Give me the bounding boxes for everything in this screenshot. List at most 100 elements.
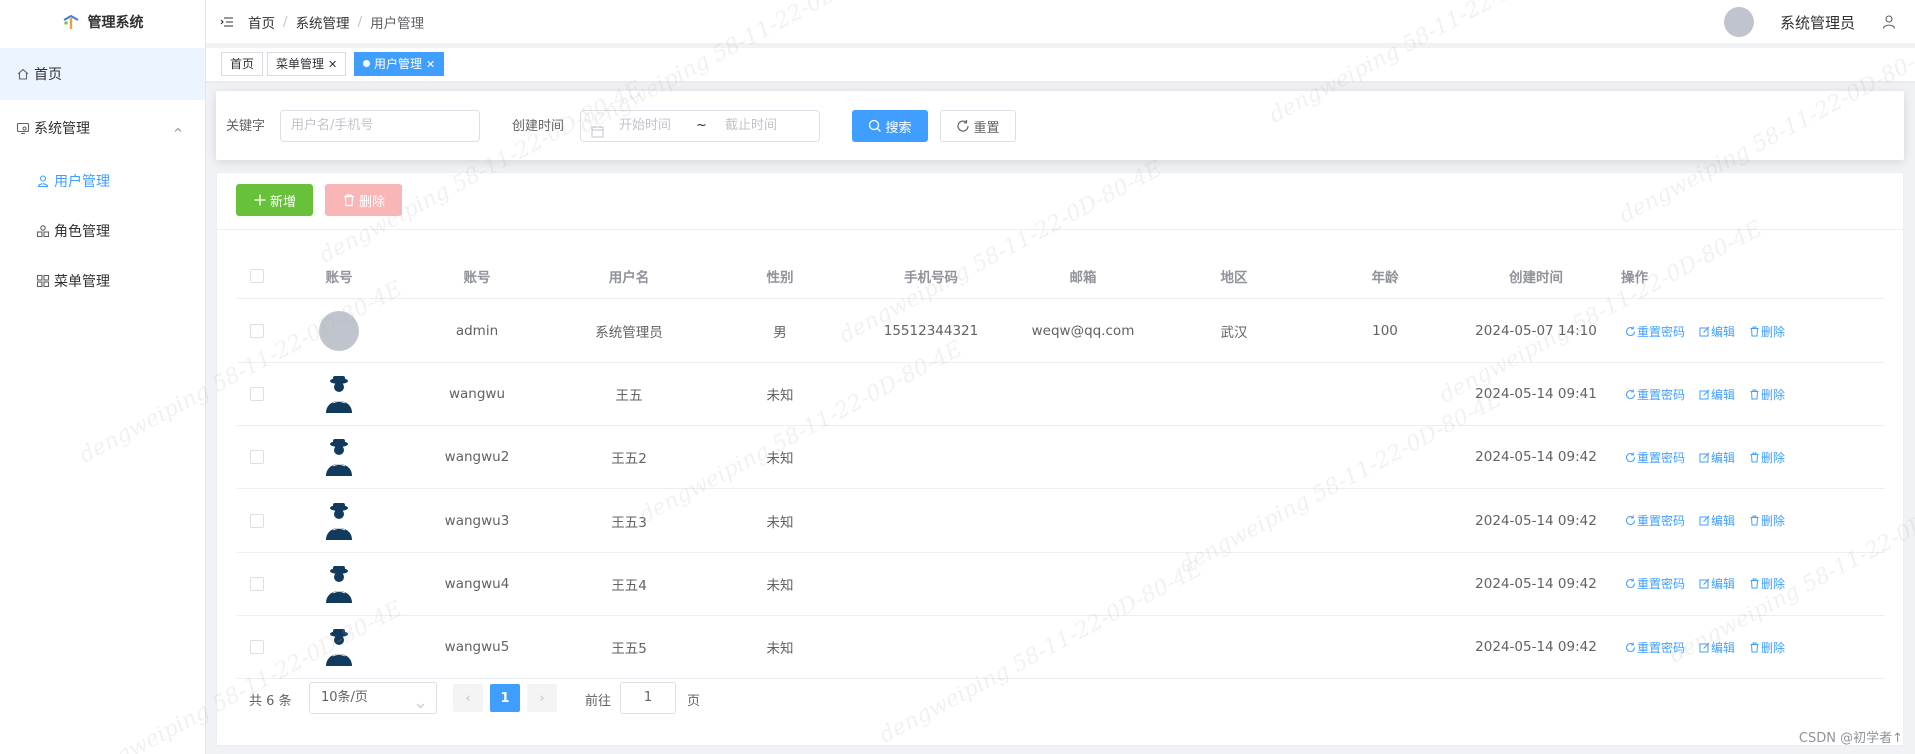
row-checkbox[interactable]	[250, 640, 264, 654]
chevron-down-icon	[415, 693, 426, 709]
table-row: admin 系统管理员 男 15512344321 weqw@qq.com 武汉 100 20…	[237, 300, 1885, 363]
refresh-icon	[1626, 452, 1636, 462]
breadcrumb-item-home[interactable]: 首页	[248, 12, 275, 32]
edit-label: 编辑	[1711, 640, 1736, 655]
avatar	[321, 626, 357, 668]
goto-label: 前往	[585, 694, 612, 709]
prev-page-button[interactable]: ‹	[453, 684, 483, 712]
avatar-cell	[277, 300, 401, 362]
reset-password-link[interactable]: 重置密码	[1625, 639, 1685, 656]
sidebar-item-home[interactable]: 首页	[0, 48, 205, 100]
row-checkbox[interactable]	[250, 576, 264, 591]
actions-cell: 重置密码 编辑 删除	[1611, 553, 1885, 615]
sidebar-item-users[interactable]: 用户管理	[0, 156, 205, 206]
page-size-select[interactable]: 10条/页	[309, 682, 437, 714]
tab-label: 用户管理	[374, 57, 423, 71]
email-cell	[1007, 616, 1159, 678]
delete-link[interactable]: 删除	[1749, 323, 1785, 340]
tab-user-management[interactable]: 用户管理 ✕	[354, 52, 445, 76]
row-checkbox[interactable]	[250, 324, 264, 338]
edit-link[interactable]: 编辑	[1699, 323, 1735, 340]
select-all-checkbox[interactable]	[250, 268, 264, 283]
delete-link[interactable]: 删除	[1749, 575, 1785, 592]
edit-link[interactable]: 编辑	[1699, 386, 1735, 403]
username-cell: 王五2	[611, 451, 647, 468]
reset-password-link[interactable]: 重置密码	[1625, 386, 1685, 403]
breadcrumb-item-system[interactable]: 系统管理	[296, 12, 350, 32]
close-icon[interactable]: ✕	[426, 58, 435, 71]
sidebar-item-label: 菜单管理	[54, 274, 110, 290]
column-header: 地区	[1220, 269, 1248, 286]
close-icon[interactable]: ✕	[328, 58, 337, 71]
grid-icon	[36, 274, 50, 288]
next-page-button[interactable]: ›	[527, 684, 557, 712]
tab-home[interactable]: 首页	[221, 52, 264, 76]
app-logo[interactable]: 管理系统	[0, 0, 205, 44]
email-cell	[1007, 363, 1159, 425]
phone-cell	[855, 490, 1007, 552]
tab-menu-management[interactable]: 菜单管理 ✕	[267, 52, 347, 76]
end-date-input[interactable]: 截止时间	[725, 111, 777, 141]
delete-link[interactable]: 删除	[1749, 386, 1785, 403]
reset-password-link[interactable]: 重置密码	[1625, 575, 1685, 592]
delete-link[interactable]: 删除	[1749, 449, 1785, 466]
reset-password-link[interactable]: 重置密码	[1625, 512, 1685, 529]
search-icon	[869, 119, 882, 132]
user-name[interactable]: 系统管理员	[1780, 12, 1855, 33]
row-checkbox[interactable]	[250, 513, 264, 528]
start-date-input[interactable]: 开始时间	[619, 111, 671, 141]
monitor-icon	[16, 121, 30, 135]
search-button[interactable]: 搜索	[852, 110, 928, 142]
sidebar-group-system[interactable]: 系统管理	[0, 100, 205, 156]
page-number-1[interactable]: 1	[490, 684, 520, 712]
account-cell: admin	[455, 323, 499, 339]
edit-link[interactable]: 编辑	[1699, 639, 1735, 656]
column-header: 性别	[766, 269, 794, 286]
account-cell: wangwu4	[444, 575, 510, 592]
avatar[interactable]	[1723, 7, 1754, 37]
age-cell	[1309, 553, 1461, 615]
pagination-total: 共 6 条	[249, 694, 292, 709]
delete-link[interactable]: 删除	[1749, 639, 1785, 656]
reset-password-link[interactable]: 重置密码	[1625, 449, 1685, 466]
edit-link[interactable]: 编辑	[1699, 575, 1735, 592]
edit-label: 编辑	[1711, 450, 1736, 465]
home-icon	[16, 67, 30, 81]
edit-link[interactable]: 编辑	[1699, 449, 1735, 466]
select-all-cell	[237, 253, 277, 298]
row-checkbox[interactable]	[250, 450, 264, 465]
menu-fold-icon[interactable]	[220, 15, 234, 29]
row-actions: 重置密码 编辑 删除	[1625, 386, 1785, 403]
reset-password-link[interactable]: 重置密码	[1625, 323, 1685, 340]
trash-icon	[1750, 452, 1759, 463]
account-cell: wangwu3	[444, 512, 510, 529]
date-range-picker[interactable]: 开始时间 ~ 截止时间	[580, 110, 820, 142]
avatar-cell	[277, 426, 401, 488]
email-cell: weqw@qq.com	[1031, 323, 1135, 339]
sidebar-item-menus[interactable]: 菜单管理	[0, 256, 205, 306]
delete-label: 删除	[1761, 450, 1786, 465]
user-icon[interactable]	[1881, 14, 1897, 30]
reset-button[interactable]: 重置	[940, 110, 1016, 142]
row-checkbox[interactable]	[250, 387, 264, 402]
keyword-input[interactable]: 用户名/手机号	[280, 110, 480, 142]
sidebar-item-label: 用户管理	[54, 174, 110, 190]
create-time-label: 创建时间	[512, 119, 565, 134]
add-button[interactable]: 新增	[236, 184, 313, 216]
age-cell	[1309, 490, 1461, 552]
csdn-credit: CSDN @初学者↑	[1798, 731, 1903, 746]
edit-link[interactable]: 编辑	[1699, 512, 1735, 529]
user-icon	[36, 174, 50, 188]
sidebar-item-roles[interactable]: 角色管理	[0, 206, 205, 256]
goto-page-input[interactable]: 1	[620, 682, 676, 714]
phone-cell	[855, 553, 1007, 615]
select-cell	[237, 490, 277, 552]
calendar-icon	[591, 120, 604, 138]
batch-delete-button[interactable]: 删除	[325, 184, 402, 216]
trash-icon	[1750, 578, 1759, 589]
sidebar-group-label: 系统管理	[34, 121, 90, 137]
refresh-icon	[1626, 515, 1636, 526]
trash-icon	[1750, 389, 1759, 400]
edit-label: 编辑	[1711, 387, 1736, 402]
delete-link[interactable]: 删除	[1749, 512, 1785, 529]
